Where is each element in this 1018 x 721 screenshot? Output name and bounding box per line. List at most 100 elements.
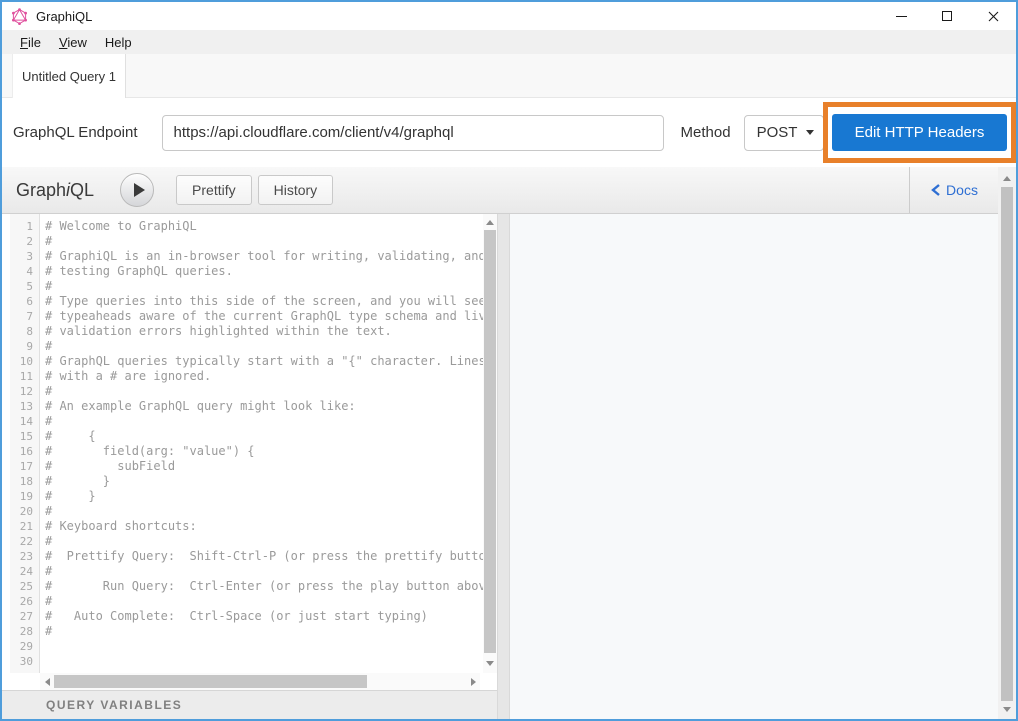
app-vertical-scrollbar-thumb[interactable] [1001, 187, 1013, 701]
execute-query-button[interactable] [120, 173, 154, 207]
horizontal-scrollbar-thumb[interactable] [54, 675, 367, 688]
line-number: 27 [10, 609, 39, 624]
line-number: 20 [10, 504, 39, 519]
scroll-up-arrow-icon[interactable] [483, 216, 497, 228]
line-number: 2 [10, 234, 39, 249]
query-variables-bar[interactable]: QUERY VARIABLES [2, 690, 497, 719]
app-vertical-scrollbar[interactable] [998, 167, 1016, 719]
line-number: 22 [10, 534, 39, 549]
annotation-highlight-box: Edit HTTP Headers [823, 102, 1016, 163]
endpoint-label: GraphQL Endpoint [13, 124, 138, 141]
code-line [45, 639, 483, 654]
window-controls [878, 2, 1016, 30]
edit-http-headers-button[interactable]: Edit HTTP Headers [832, 114, 1007, 151]
scroll-right-arrow-icon[interactable] [466, 673, 480, 690]
graphiql-logo-text: GraphiQL [16, 180, 94, 201]
code-line [45, 654, 483, 669]
line-number: 14 [10, 414, 39, 429]
code-line: # Keyboard shortcuts: [45, 519, 483, 534]
caret-down-icon [806, 130, 814, 135]
horizontal-scrollbar-track[interactable] [54, 673, 466, 690]
code-line: # Type queries into this side of the scr… [45, 294, 483, 309]
maximize-icon [942, 11, 952, 21]
code-line: # with a # are ignored. [45, 369, 483, 384]
code-line: # [45, 594, 483, 609]
method-label: Method [681, 124, 731, 141]
graphql-logo-icon [11, 8, 28, 25]
play-icon [134, 183, 145, 197]
line-number: 5 [10, 279, 39, 294]
toolbar-left: GraphiQL Prettify History [2, 167, 909, 213]
code-area[interactable]: # Welcome to GraphiQL## GraphiQL is an i… [40, 214, 483, 673]
tab-bar: Untitled Query 1 [2, 54, 1016, 98]
line-number: 30 [10, 654, 39, 669]
code-line: # An example GraphQL query might look li… [45, 399, 483, 414]
graphiql-container: GraphiQL Prettify History Docs [2, 167, 998, 719]
main-area: GraphiQL Prettify History Docs [2, 167, 1016, 719]
editor-vertical-scrollbar[interactable] [483, 214, 497, 673]
maximize-button[interactable] [924, 2, 970, 30]
prettify-button[interactable]: Prettify [176, 175, 252, 205]
history-button[interactable]: History [258, 175, 334, 205]
menu-file[interactable]: File [11, 35, 50, 50]
window-title: GraphiQL [36, 9, 92, 24]
menu-view[interactable]: View [50, 35, 96, 50]
tab-label: Untitled Query 1 [22, 69, 116, 84]
code-line: # [45, 534, 483, 549]
code-line: # [45, 234, 483, 249]
code-line: # typeaheads aware of the current GraphQ… [45, 309, 483, 324]
code-line: # Prettify Query: Shift-Ctrl-P (or press… [45, 549, 483, 564]
title-bar: GraphiQL [2, 2, 1016, 30]
editor-result-row: 1234567891011121314151617181920212223242… [2, 214, 998, 719]
line-number: 6 [10, 294, 39, 309]
app-window: GraphiQL File View Help Untitled Query 1 [0, 0, 1018, 721]
code-line: # [45, 279, 483, 294]
app-scroll-up-arrow-icon[interactable] [998, 171, 1016, 185]
code-line: # Welcome to GraphiQL [45, 219, 483, 234]
code-line: # [45, 624, 483, 639]
line-number-gutter: 1234567891011121314151617181920212223242… [10, 214, 40, 673]
line-number: 29 [10, 639, 39, 654]
code-line: # } [45, 489, 483, 504]
app-scroll-down-arrow-icon[interactable] [998, 702, 1016, 716]
method-select[interactable]: POST [744, 115, 824, 151]
editor-vertical-scrollbar-thumb[interactable] [484, 230, 496, 653]
line-number: 23 [10, 549, 39, 564]
code-line: # GraphQL queries typically start with a… [45, 354, 483, 369]
query-editor-pane: 1234567891011121314151617181920212223242… [2, 214, 497, 719]
query-variables-title: QUERY VARIABLES [46, 698, 182, 712]
editor-horizontal-scrollbar[interactable] [40, 673, 480, 690]
code-line: # validation errors highlighted within t… [45, 324, 483, 339]
line-number: 7 [10, 309, 39, 324]
line-number: 28 [10, 624, 39, 639]
menu-bar: File View Help [2, 30, 1016, 54]
line-number: 25 [10, 579, 39, 594]
method-selected-value: POST [757, 124, 798, 141]
code-line: # [45, 564, 483, 579]
code-editor[interactable]: 1234567891011121314151617181920212223242… [2, 214, 497, 673]
line-number: 11 [10, 369, 39, 384]
code-line: # { [45, 429, 483, 444]
line-number: 21 [10, 519, 39, 534]
line-number: 24 [10, 564, 39, 579]
scroll-down-arrow-icon[interactable] [483, 657, 497, 669]
code-line: # [45, 339, 483, 354]
menu-help[interactable]: Help [96, 35, 141, 50]
scroll-left-arrow-icon[interactable] [40, 673, 54, 690]
chevron-left-icon [930, 183, 941, 197]
endpoint-input[interactable] [162, 115, 664, 151]
line-number: 13 [10, 399, 39, 414]
line-number: 15 [10, 429, 39, 444]
tab-untitled-query[interactable]: Untitled Query 1 [12, 54, 126, 98]
minimize-button[interactable] [878, 2, 924, 30]
docs-toggle[interactable]: Docs [909, 167, 998, 213]
minimize-icon [896, 16, 907, 17]
graphiql-toolbar: GraphiQL Prettify History Docs [2, 167, 998, 214]
close-button[interactable] [970, 2, 1016, 30]
line-number: 9 [10, 339, 39, 354]
close-icon [988, 11, 999, 22]
pane-resize-divider[interactable] [497, 214, 510, 719]
line-number: 8 [10, 324, 39, 339]
code-line: # [45, 414, 483, 429]
code-line: # } [45, 474, 483, 489]
